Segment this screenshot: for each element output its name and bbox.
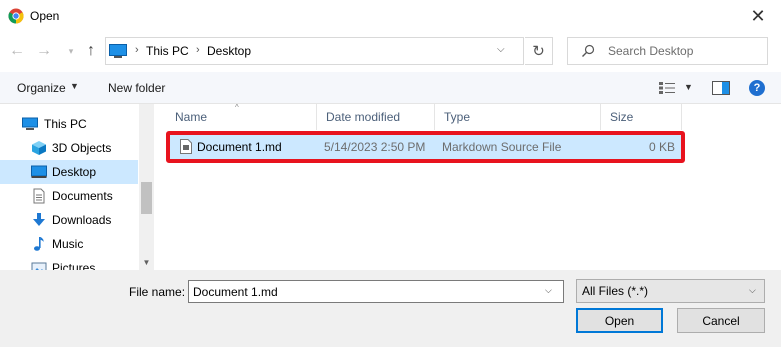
file-name-value: Document 1.md <box>193 285 278 299</box>
breadcrumb-desktop[interactable]: Desktop <box>207 44 251 58</box>
sidebar-item-label: Pictures <box>52 261 96 270</box>
music-icon <box>34 237 44 251</box>
chevron-down-icon: ▾ <box>68 45 74 56</box>
column-header-date-modified[interactable]: Date modified <box>317 104 435 130</box>
help-icon[interactable]: ? <box>749 80 765 96</box>
chevron-down-icon[interactable]: ⌵ <box>545 285 552 296</box>
scroll-down-icon[interactable]: ▼ <box>139 254 154 270</box>
sidebar-item-label: This PC <box>44 117 87 131</box>
address-bar[interactable]: › This PC › Desktop ⌵ <box>105 37 524 65</box>
search-icon <box>582 44 595 57</box>
help-label: ? <box>753 82 761 94</box>
view-options-icon[interactable] <box>658 81 676 95</box>
column-header-label: Name <box>175 110 208 124</box>
cancel-button-label: Cancel <box>702 313 740 328</box>
column-header-name[interactable]: Name ^ <box>166 103 317 130</box>
pictures-icon <box>31 262 47 270</box>
toolbar: Organize ▼ New folder ▼ ? <box>0 72 781 104</box>
cancel-button[interactable]: Cancel <box>677 308 765 333</box>
caret-down-icon[interactable]: ▼ <box>70 81 79 91</box>
close-icon: ✕ <box>750 5 766 26</box>
search-input[interactable]: Search Desktop <box>608 44 693 58</box>
up-arrow-icon: ↑ <box>87 42 95 59</box>
sort-caret-icon: ^ <box>235 103 239 112</box>
download-icon <box>33 213 45 226</box>
preview-pane-icon[interactable] <box>712 81 730 95</box>
sidebar-item-downloads[interactable]: Downloads <box>0 208 138 232</box>
chevron-down-icon: ⌵ <box>749 285 756 295</box>
desktop-icon <box>31 165 47 178</box>
close-button[interactable]: ✕ <box>735 0 781 32</box>
breadcrumb-separator: › <box>196 44 200 56</box>
sidebar-item-documents[interactable]: Documents <box>0 184 138 208</box>
title-bar: Open ✕ <box>0 0 781 32</box>
pc-icon <box>22 117 38 130</box>
caret-down-icon[interactable]: ▼ <box>684 82 693 92</box>
recent-locations-button[interactable]: ▾ <box>61 40 81 62</box>
sidebar-item-label: 3D Objects <box>52 141 112 155</box>
column-header-size[interactable]: Size <box>601 104 682 130</box>
breadcrumb-separator: › <box>135 44 139 56</box>
sidebar-item-this-pc[interactable]: This PC <box>0 112 138 136</box>
new-folder-button[interactable]: New folder <box>108 81 165 95</box>
search-box[interactable]: Search Desktop <box>567 37 768 65</box>
breadcrumb-this-pc[interactable]: This PC <box>146 44 189 58</box>
sidebar-item-label: Music <box>52 237 84 251</box>
column-header-label: Date modified <box>326 110 401 124</box>
cube-icon <box>32 141 46 155</box>
open-button-label: Open <box>604 313 635 328</box>
sidebar-item-3d-objects[interactable]: 3D Objects <box>0 136 138 160</box>
file-list: Name ^ Date modified Type Size Document … <box>166 103 781 270</box>
column-header-type[interactable]: Type <box>435 104 601 130</box>
sidebar-item-label: Documents <box>52 189 113 203</box>
forward-arrow-icon: → <box>36 42 52 59</box>
forward-button[interactable]: → <box>34 40 54 62</box>
sidebar-item-label: Desktop <box>52 165 97 179</box>
pc-icon <box>109 44 127 58</box>
file-type-select[interactable]: All Files (*.*) ⌵ <box>576 279 765 303</box>
column-header-label: Type <box>444 110 471 124</box>
sidebar-item-desktop[interactable]: Desktop <box>0 160 138 184</box>
chrome-icon <box>8 8 24 24</box>
window-title: Open <box>30 9 60 23</box>
refresh-icon: ↻ <box>532 43 545 60</box>
bottom-panel: File name: Document 1.md ⌵ All Files (*.… <box>0 270 781 347</box>
documents-icon <box>33 188 45 204</box>
refresh-button[interactable]: ↻ <box>525 37 553 65</box>
file-type-value: All Files (*.*) <box>582 284 649 298</box>
address-dropdown-icon[interactable]: ⌵ <box>497 44 509 58</box>
navigation-scrollbar[interactable] <box>139 104 154 270</box>
up-button[interactable]: ↑ <box>81 40 101 62</box>
file-name-label: File name: <box>129 285 186 299</box>
sidebar-item-label: Downloads <box>52 213 112 227</box>
sidebar-item-pictures[interactable]: Pictures <box>0 256 138 270</box>
organize-button[interactable]: Organize <box>17 81 66 95</box>
back-button[interactable]: ← <box>7 40 27 62</box>
scrollbar-thumb[interactable] <box>141 182 152 214</box>
back-arrow-icon: ← <box>9 42 25 59</box>
navigation-pane: This PC 3D Objects Desktop Documents Dow… <box>0 104 154 270</box>
sidebar-item-music[interactable]: Music <box>0 232 138 256</box>
open-button[interactable]: Open <box>576 308 663 333</box>
column-header-label: Size <box>610 110 634 124</box>
file-name-field[interactable]: Document 1.md ⌵ <box>188 280 564 303</box>
highlight-outline <box>166 131 685 163</box>
